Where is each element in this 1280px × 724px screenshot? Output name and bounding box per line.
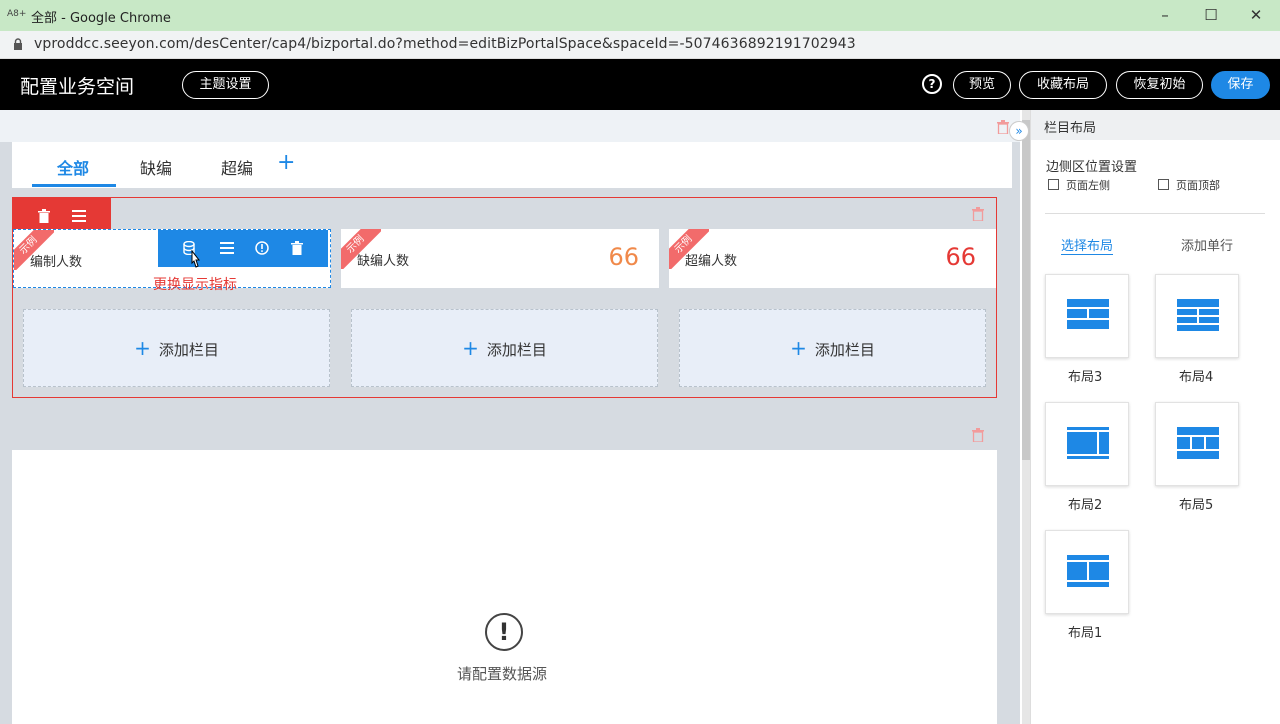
trash-icon[interactable] bbox=[972, 428, 984, 442]
expand-panel-icon[interactable]: » bbox=[1009, 121, 1029, 141]
trash-icon[interactable] bbox=[291, 241, 303, 255]
divider bbox=[1045, 213, 1265, 214]
layout-1-label: 布局1 bbox=[1068, 626, 1103, 641]
stat-card[interactable]: 示例 超编人数 66 bbox=[669, 229, 996, 288]
layout-4-label: 布局4 bbox=[1179, 370, 1214, 385]
stat-label: 缺编人数 bbox=[357, 254, 410, 269]
info-icon[interactable] bbox=[255, 241, 269, 255]
layout-1-icon bbox=[1067, 555, 1109, 587]
trash-icon[interactable] bbox=[972, 207, 984, 221]
tab-shortage[interactable]: 缺编 bbox=[140, 155, 172, 179]
panel-header: 栏目布局 bbox=[1031, 110, 1280, 140]
layout-3-label: 布局3 bbox=[1068, 370, 1103, 385]
canvas-scrollbar[interactable] bbox=[1022, 110, 1030, 724]
tab-add-row[interactable]: 添加单行 bbox=[1181, 235, 1233, 254]
plus-icon: + bbox=[462, 336, 479, 360]
layout-2-option[interactable] bbox=[1045, 402, 1129, 486]
layout-5-option[interactable] bbox=[1155, 402, 1239, 486]
tab-all[interactable]: 全部 bbox=[57, 155, 89, 179]
canvas-top-strip bbox=[0, 110, 1020, 142]
add-column-button[interactable]: + 添加栏目 bbox=[23, 309, 330, 387]
top-side-label[interactable]: 页面顶部 bbox=[1176, 177, 1220, 193]
theme-settings-button[interactable]: 主题设置 bbox=[182, 71, 269, 99]
tab-bar: 全部 缺编 超编 + bbox=[12, 142, 1012, 188]
list-icon[interactable] bbox=[72, 210, 86, 222]
lock-icon bbox=[14, 38, 22, 50]
page-title: 配置业务空间 bbox=[20, 76, 135, 98]
add-tab-button[interactable]: + bbox=[277, 150, 295, 175]
layout-2-icon bbox=[1067, 427, 1109, 459]
plus-icon: + bbox=[790, 336, 807, 360]
restore-default-button[interactable]: 恢复初始 bbox=[1116, 71, 1203, 99]
layout-2-label: 布局2 bbox=[1068, 498, 1103, 513]
tab-overstaffed[interactable]: 超编 bbox=[221, 155, 253, 179]
stat-label: 编制人数 bbox=[30, 255, 83, 270]
layout-1-option[interactable] bbox=[1045, 530, 1129, 614]
add-column-button[interactable]: + 添加栏目 bbox=[351, 309, 658, 387]
trash-icon[interactable] bbox=[38, 209, 50, 223]
sidebar-position-label: 边侧区位置设置 bbox=[1046, 160, 1138, 175]
cursor-icon bbox=[191, 250, 201, 268]
url-text[interactable]: vproddcc.seeyon.com/desCenter/cap4/bizpo… bbox=[34, 36, 856, 52]
app-favicon-icon: A8+ bbox=[7, 9, 27, 19]
add-column-button[interactable]: + 添加栏目 bbox=[679, 309, 986, 387]
stat-value: 66 bbox=[608, 243, 639, 271]
browser-title-bar: A8+ 全部 - Google Chrome – ☐ ✕ bbox=[0, 0, 1280, 31]
active-tab-indicator bbox=[32, 184, 116, 187]
layout-5-label: 布局5 bbox=[1179, 498, 1214, 513]
card-hover-toolbar bbox=[158, 230, 328, 268]
layout-panel: 栏目布局 边侧区位置设置 页面左侧 页面顶部 选择布局 添加单行 布局3 布局4… bbox=[1030, 110, 1280, 724]
stat-label: 超编人数 bbox=[685, 254, 738, 269]
change-indicator-hint: 更换显示指标 bbox=[153, 277, 237, 293]
stat-value: 66 bbox=[945, 243, 976, 271]
save-button[interactable]: 保存 bbox=[1211, 71, 1270, 99]
minimize-icon[interactable]: – bbox=[1150, 4, 1180, 26]
warning-icon: ! bbox=[485, 613, 523, 651]
trash-icon[interactable] bbox=[997, 120, 1009, 134]
stat-card[interactable]: 示例 缺编人数 66 bbox=[341, 229, 659, 288]
preview-button[interactable]: 预览 bbox=[953, 71, 1011, 99]
layout-4-option[interactable] bbox=[1155, 274, 1239, 358]
help-icon[interactable]: ? bbox=[922, 74, 942, 94]
window-title: 全部 - Google Chrome bbox=[31, 11, 171, 26]
left-side-checkbox[interactable] bbox=[1048, 179, 1059, 190]
layout-4-icon bbox=[1177, 299, 1219, 331]
maximize-icon[interactable]: ☐ bbox=[1196, 4, 1226, 26]
layout-5-icon bbox=[1177, 427, 1219, 459]
layout-section-selected[interactable]: 示例 编制人数 66 bbox=[12, 197, 997, 398]
top-side-checkbox[interactable] bbox=[1158, 179, 1169, 190]
collect-layout-button[interactable]: 收藏布局 bbox=[1019, 71, 1107, 99]
app-header: 配置业务空间 主题设置 ? 预览 收藏布局 恢复初始 保存 bbox=[0, 59, 1280, 110]
layout-3-option[interactable] bbox=[1045, 274, 1129, 358]
tab-select-layout[interactable]: 选择布局 bbox=[1061, 235, 1114, 255]
address-bar[interactable]: vproddcc.seeyon.com/desCenter/cap4/bizpo… bbox=[0, 31, 1280, 59]
plus-icon: + bbox=[134, 336, 151, 360]
left-side-label[interactable]: 页面左侧 bbox=[1066, 177, 1110, 193]
layout-3-icon bbox=[1067, 299, 1109, 329]
scrollbar-thumb[interactable] bbox=[1022, 120, 1030, 460]
empty-state-text: 请配置数据源 bbox=[457, 665, 548, 683]
list-icon[interactable] bbox=[220, 242, 234, 254]
close-icon[interactable]: ✕ bbox=[1241, 4, 1271, 26]
